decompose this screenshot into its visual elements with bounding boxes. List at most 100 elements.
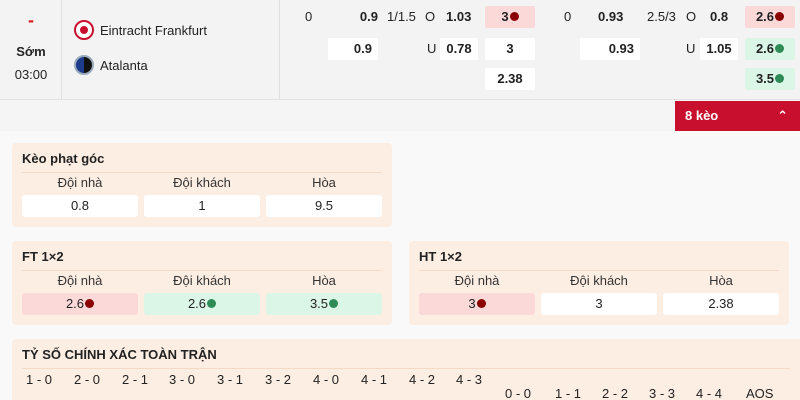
odds-area: 0 0.9 0.9 1/1.5 O 1.03 U 0.78 3 3 2.38 0… bbox=[280, 0, 800, 100]
ht-odds-home[interactable]: 3 bbox=[419, 293, 535, 315]
ft-1x2-away[interactable]: 3 bbox=[485, 38, 535, 60]
away-team-name: Atalanta bbox=[100, 57, 148, 73]
corner-header-away: Đội khách bbox=[173, 175, 231, 190]
ht-header-away: Đội khách bbox=[570, 273, 628, 288]
ht-handicap-line: 0 bbox=[564, 9, 572, 24]
ht-odds-home-value: 3 bbox=[468, 296, 476, 311]
ht-1x2-away-value: 2.6 bbox=[755, 41, 775, 56]
status-mark: - bbox=[28, 10, 34, 30]
ht-under-odds[interactable]: 1.05 bbox=[700, 38, 738, 60]
ft-1x2-draw[interactable]: 2.38 bbox=[485, 68, 535, 90]
score-0-0: 0 - 0 bbox=[505, 386, 532, 400]
ht-1x2-draw-value: 3.5 bbox=[755, 71, 775, 86]
ft-1x2-home-value: 3 bbox=[501, 9, 509, 24]
score-2-1: 2 - 1 bbox=[122, 372, 149, 387]
ft-1x2-market: FT 1×2 Đội nhà Đội khách Hòa 2.6 2.6 3.5 bbox=[12, 241, 392, 325]
divider bbox=[22, 368, 790, 369]
home-team-name: Eintracht Frankfurt bbox=[100, 22, 207, 38]
ft-header-draw: Hòa bbox=[312, 273, 336, 288]
corner-header-home: Đội nhà bbox=[57, 175, 103, 190]
odds-down-icon bbox=[509, 12, 519, 22]
ft-over-label: O bbox=[425, 9, 436, 24]
ft-odds-home-value: 2.6 bbox=[65, 296, 85, 311]
ht-odds-away[interactable]: 3 bbox=[541, 293, 657, 315]
ft-handicap-home[interactable]: 0.9 bbox=[328, 6, 378, 28]
score-aos: AOS bbox=[746, 386, 774, 400]
odds-down-icon bbox=[775, 12, 785, 22]
score-4-3: 4 - 3 bbox=[456, 372, 483, 387]
ht-1x2-title: HT 1×2 bbox=[419, 249, 462, 264]
odds-down-icon bbox=[476, 299, 486, 309]
ft-odds-away-value: 2.6 bbox=[187, 296, 207, 311]
correct-score-title: TỶ SỐ CHÍNH XÁC TOÀN TRẬN bbox=[22, 347, 217, 362]
atalanta-logo-icon bbox=[74, 55, 94, 75]
score-2-0: 2 - 0 bbox=[74, 372, 101, 387]
score-4-1: 4 - 1 bbox=[361, 372, 388, 387]
match-time-column: - Sớm 03:00 bbox=[0, 0, 62, 100]
status-label: Sớm bbox=[16, 44, 46, 59]
ht-header-home: Đội nhà bbox=[454, 273, 500, 288]
ht-handicap-home[interactable]: 0.93 bbox=[598, 6, 623, 28]
ft-handicap-line: 0 bbox=[305, 9, 313, 24]
ft-odds-away[interactable]: 2.6 bbox=[144, 293, 260, 315]
score-1-0: 1 - 0 bbox=[26, 372, 53, 387]
score-4-0: 4 - 0 bbox=[313, 372, 340, 387]
ht-1x2-draw[interactable]: 3.5 bbox=[745, 68, 795, 90]
ht-ou-line: 2.5/3 bbox=[647, 9, 676, 24]
corner-header-draw: Hòa bbox=[312, 175, 336, 190]
score-4-2: 4 - 2 bbox=[409, 372, 436, 387]
ht-1x2-home[interactable]: 2.6 bbox=[745, 6, 795, 28]
divider bbox=[22, 270, 382, 271]
score-1-1: 1 - 1 bbox=[555, 386, 582, 400]
chevron-up-icon: ⌃ bbox=[777, 108, 788, 123]
ht-over-odds[interactable]: 0.8 bbox=[710, 6, 728, 28]
odds-up-icon bbox=[775, 44, 785, 54]
ft-handicap-away[interactable]: 0.9 bbox=[328, 38, 378, 60]
ht-handicap-away[interactable]: 0.93 bbox=[580, 38, 640, 60]
away-team[interactable]: Atalanta bbox=[74, 53, 148, 77]
score-3-3: 3 - 3 bbox=[649, 386, 676, 400]
score-3-0: 3 - 0 bbox=[169, 372, 196, 387]
teams-column: Eintracht Frankfurt Atalanta bbox=[62, 0, 280, 100]
ft-header-away: Đội khách bbox=[173, 273, 231, 288]
odds-up-icon bbox=[207, 299, 217, 309]
score-3-1: 3 - 1 bbox=[217, 372, 244, 387]
divider bbox=[22, 172, 382, 173]
odds-down-icon bbox=[85, 299, 95, 309]
more-markets-label: 8 kèo bbox=[685, 108, 719, 123]
ht-1x2-away[interactable]: 2.6 bbox=[745, 38, 795, 60]
match-row: - Sớm 03:00 Eintracht Frankfurt Atalanta… bbox=[0, 0, 800, 100]
ft-odds-draw[interactable]: 3.5 bbox=[266, 293, 382, 315]
corner-odds-home[interactable]: 0.8 bbox=[22, 195, 138, 217]
ht-1x2-home-value: 2.6 bbox=[755, 9, 775, 24]
odds-up-icon bbox=[775, 74, 785, 84]
ht-header-draw: Hòa bbox=[709, 273, 733, 288]
ft-under-label: U bbox=[427, 41, 437, 56]
ft-header-home: Đội nhà bbox=[57, 273, 103, 288]
ft-ou-line: 1/1.5 bbox=[387, 9, 416, 24]
corner-odds-away[interactable]: 1 bbox=[144, 195, 260, 217]
kickoff-time: 03:00 bbox=[14, 67, 48, 82]
corner-odds-draw[interactable]: 9.5 bbox=[266, 195, 382, 217]
ht-over-label: O bbox=[686, 9, 697, 24]
ft-over-odds[interactable]: 1.03 bbox=[446, 6, 471, 28]
score-2-2: 2 - 2 bbox=[602, 386, 629, 400]
ft-odds-draw-value: 3.5 bbox=[309, 296, 329, 311]
divider bbox=[419, 270, 779, 271]
score-4-4: 4 - 4 bbox=[696, 386, 723, 400]
score-3-2: 3 - 2 bbox=[265, 372, 292, 387]
ft-1x2-home[interactable]: 3 bbox=[485, 6, 535, 28]
ht-under-label: U bbox=[686, 41, 696, 56]
ft-1x2-title: FT 1×2 bbox=[22, 249, 64, 264]
ft-under-odds[interactable]: 0.78 bbox=[440, 38, 478, 60]
corner-market: Kèo phạt góc Đội nhà Đội khách Hòa 0.8 1… bbox=[12, 143, 392, 227]
correct-score-market: TỶ SỐ CHÍNH XÁC TOÀN TRẬN 1 - 0 2 - 0 2 … bbox=[12, 339, 800, 400]
ft-odds-home[interactable]: 2.6 bbox=[22, 293, 138, 315]
eintracht-frankfurt-logo-icon bbox=[74, 20, 94, 40]
home-team[interactable]: Eintracht Frankfurt bbox=[74, 18, 207, 42]
corner-market-title: Kèo phạt góc bbox=[22, 151, 105, 166]
more-markets-button[interactable]: 8 kèo ⌃ bbox=[675, 101, 800, 131]
ht-1x2-market: HT 1×2 Đội nhà Đội khách Hòa 3 3 2.38 bbox=[409, 241, 789, 325]
ht-odds-draw[interactable]: 2.38 bbox=[663, 293, 779, 315]
odds-up-icon bbox=[329, 299, 339, 309]
